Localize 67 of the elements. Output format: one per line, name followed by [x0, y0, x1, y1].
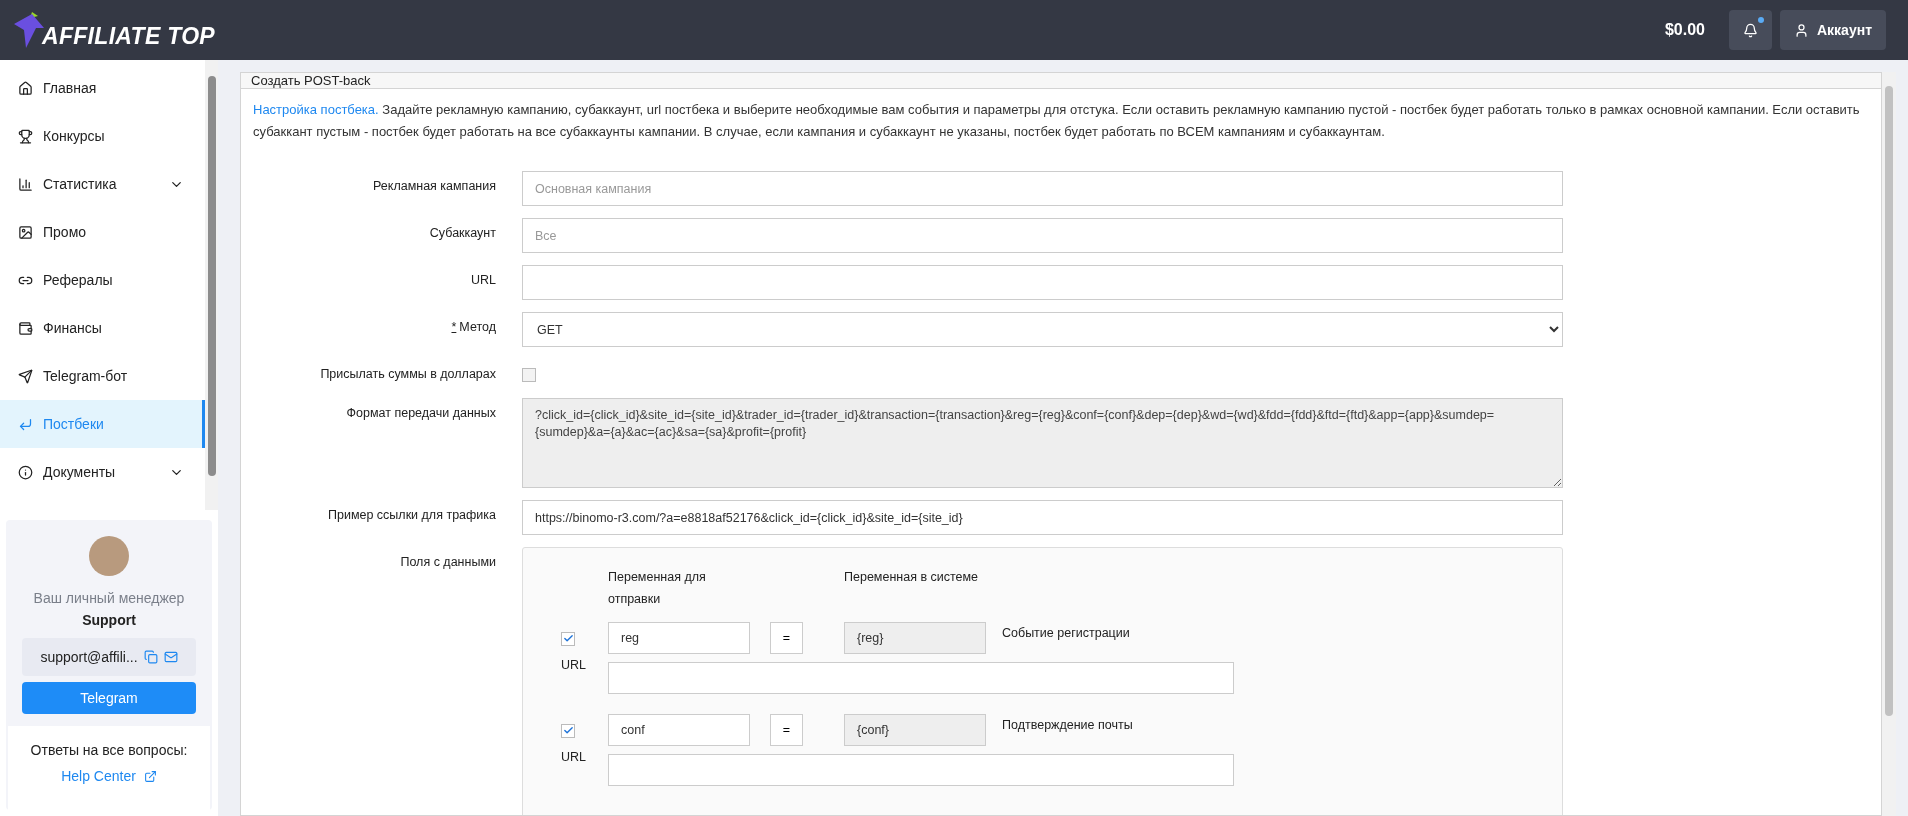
external-link-icon: [143, 769, 157, 783]
balance: $0.00: [1664, 21, 1705, 39]
nav-item[interactable]: Документы: [0, 448, 205, 496]
event-label: Событие регистрации: [1001, 625, 1131, 640]
account-button[interactable]: Аккаунт: [1780, 10, 1886, 50]
equals-sign: =: [770, 622, 803, 654]
home-icon: [18, 80, 33, 96]
field-label: Формат передачи данных: [345, 405, 496, 420]
format-textarea[interactable]: ?click_id={click_id}&site_id={site_id}&trader_id={trader_id}&transaction={transaction}&reg={reg}&conf={conf}&dep={dep}&wd={wd}&fdd={fdd}&ftd={ftd}&app={app}&sumdep={sumdep}&a={a}&ac={ac}&sa={sa}&profit={profit}: [522, 398, 1563, 488]
bell-icon: [1743, 22, 1758, 38]
field-label: Субаккаунт: [428, 225, 496, 240]
email-text: support@affili...: [40, 649, 138, 665]
help-text: Ответы на все вопросы:: [30, 742, 188, 758]
text-input[interactable]: Все: [522, 218, 1563, 253]
equals-sign: =: [770, 714, 803, 746]
copy-icon[interactable]: [143, 650, 158, 664]
variable-input[interactable]: conf: [608, 714, 750, 746]
notifications-button[interactable]: [1729, 10, 1772, 50]
field-label: URL: [470, 272, 496, 287]
return-arrow-icon: [18, 416, 33, 432]
mail-icon[interactable]: [163, 650, 178, 664]
manager-caption: Ваш личный менеджер: [33, 590, 185, 606]
nav-item[interactable]: Рефералы: [0, 256, 205, 304]
variable-input[interactable]: reg: [608, 622, 750, 654]
url-input[interactable]: [608, 754, 1234, 786]
avatar: [89, 536, 129, 576]
trophy-icon: [18, 128, 33, 144]
nav-item[interactable]: Главная: [0, 64, 205, 112]
paper-plane-icon: [18, 368, 33, 384]
help-center-link[interactable]: Help Center: [61, 768, 157, 784]
nav-item[interactable]: Промо: [0, 208, 205, 256]
method-select[interactable]: GET: [522, 312, 1563, 347]
url-label: URL: [561, 657, 587, 672]
field-label: Присылать суммы в долларах: [319, 366, 496, 381]
system-variable-field[interactable]: {reg}: [844, 622, 986, 654]
wallet-icon: [18, 320, 33, 336]
column-header: Переменная для отправки: [608, 569, 707, 608]
checkbox[interactable]: [561, 723, 575, 738]
field-label: * Метод: [450, 319, 496, 334]
system-variable-field[interactable]: {conf}: [844, 714, 986, 746]
nav-item[interactable]: Telegram-бот: [0, 352, 205, 400]
nav-item[interactable]: Конкурсы: [0, 112, 205, 160]
nav-item[interactable]: Статистика: [0, 160, 205, 208]
image-icon: [18, 224, 33, 240]
nav-item[interactable]: Финансы: [0, 304, 205, 352]
url-label: URL: [561, 749, 587, 764]
intro-text: Настройка постбека. Задайте рекламную кампанию, субаккаунт, url постбека и выберите необходимые вам события и параметры для отстука. Если оставить рекламную кампанию пустой - постбек будет работать только в рамках основной кампании. Если оставить субаккант пустым - постбек будет работать на все субаккаунты кампании. В случае, если кампания и субаккаунт не указаны, постбек будет работать по ВСЕМ кампаниям и субаккаунтам.: [252, 101, 1861, 141]
text-input[interactable]: https://binomo-r3.com/?a=e8818af52176&click_id={click_id}&site_id={site_id}: [522, 500, 1563, 535]
page-scrollbar[interactable]: [1882, 72, 1896, 816]
field-label: Рекламная кампания: [372, 178, 496, 193]
event-label: Подтверждение почты: [1001, 717, 1134, 732]
column-header: Переменная в системе: [844, 569, 980, 586]
bar-chart-icon: [18, 176, 33, 192]
text-input[interactable]: Основная кампания: [522, 171, 1563, 206]
info-icon: [18, 464, 33, 480]
scrollbar[interactable]: [205, 60, 218, 510]
field-label: Пример ссылки для трафика: [327, 507, 496, 522]
logo-text: AFFILIATE TOP: [42, 23, 215, 50]
card-title: Создать POST-back: [241, 73, 1881, 89]
checkbox[interactable]: [561, 631, 575, 646]
user-icon: [1794, 22, 1809, 38]
intro-link[interactable]: Настройка постбека.: [253, 102, 379, 117]
field-label: Поля с данными: [399, 554, 496, 569]
manager-name: Support: [82, 612, 136, 628]
checkbox[interactable]: [522, 368, 536, 382]
text-input[interactable]: [522, 265, 1563, 300]
url-input[interactable]: [608, 662, 1234, 694]
